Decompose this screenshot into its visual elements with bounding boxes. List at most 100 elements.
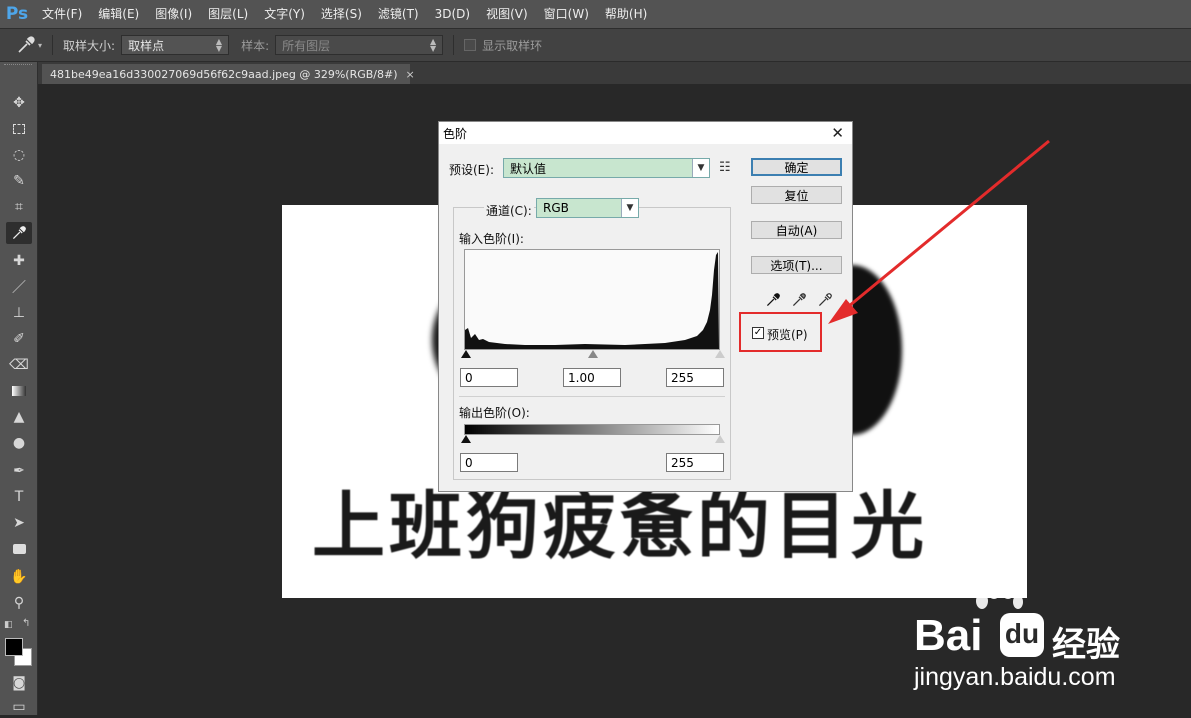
histogram-graph xyxy=(465,252,719,349)
dialog-title: 色阶 xyxy=(443,126,468,141)
ok-button[interactable]: 确定 xyxy=(751,158,842,176)
preset-options-icon[interactable]: ☷ xyxy=(719,160,731,175)
preset-select[interactable]: 默认值 ▼ xyxy=(503,158,710,178)
output-white-field[interactable]: 255 xyxy=(666,453,724,472)
eraser-tool-icon[interactable]: ⌫ xyxy=(6,354,32,376)
close-icon[interactable]: × xyxy=(406,68,415,81)
menu-filter[interactable]: 滤镜(T) xyxy=(370,0,427,28)
document-tab-title: 481be49ea16d330027069d56f62c9aad.jpeg @ … xyxy=(50,67,398,81)
black-eyedropper-icon[interactable] xyxy=(765,292,781,308)
input-gamma-field[interactable]: 1.00 xyxy=(563,368,621,387)
show-ring-checkbox[interactable] xyxy=(464,39,477,51)
rectangle-tool-icon[interactable] xyxy=(6,538,32,560)
menu-view[interactable]: 视图(V) xyxy=(478,0,536,28)
white-eyedropper-icon[interactable] xyxy=(817,292,833,308)
quick-mask-icon[interactable]: ◙ xyxy=(6,672,32,694)
sample-value: 所有图层 xyxy=(282,38,331,53)
menu-image[interactable]: 图像(I) xyxy=(147,0,200,28)
dodge-tool-icon[interactable]: ● xyxy=(6,432,32,454)
preset-label: 预设(E): xyxy=(449,163,494,177)
sample-select[interactable]: 所有图层 ▲ ▼ xyxy=(275,35,444,55)
separator xyxy=(453,35,455,55)
hand-tool-icon[interactable]: ✋ xyxy=(6,566,32,588)
output-levels-label: 输出色阶(O): xyxy=(459,406,530,420)
output-gradient xyxy=(464,424,720,435)
photoshop-logo: Ps xyxy=(5,4,29,24)
channel-label: 通道(C): xyxy=(484,202,534,219)
menu-help[interactable]: 帮助(H) xyxy=(597,0,655,28)
sample-size-label: 取样大小: xyxy=(63,38,116,53)
dialog-title-bar[interactable]: 色阶 ✕ xyxy=(439,122,852,144)
watermark-brand: Bai xyxy=(914,611,983,660)
histogram xyxy=(464,249,720,350)
channel-select[interactable]: RGB ▼ xyxy=(536,198,639,218)
menu-window[interactable]: 窗口(W) xyxy=(536,0,597,28)
channel-value: RGB xyxy=(543,201,569,215)
options-button[interactable]: 选项(T)... xyxy=(751,256,842,274)
input-gamma-slider[interactable] xyxy=(588,350,598,358)
zoom-tool-icon[interactable]: ⚲ xyxy=(6,592,32,614)
input-levels-label: 输入色阶(I): xyxy=(459,232,524,246)
updown-icon: ▲ ▼ xyxy=(215,37,223,53)
sample-size-select[interactable]: 取样点 ▲ ▼ xyxy=(121,35,230,55)
healing-brush-tool-icon[interactable]: ✚ xyxy=(6,250,32,272)
output-white-slider[interactable] xyxy=(715,435,725,443)
sample-size-value: 取样点 xyxy=(128,38,165,53)
panel-grip[interactable] xyxy=(4,64,32,68)
output-black-slider[interactable] xyxy=(461,435,471,443)
watermark-suffix: 经验 xyxy=(1052,625,1120,665)
chevron-down-icon: ▼ xyxy=(621,199,638,217)
menu-3d[interactable]: 3D(D) xyxy=(427,0,478,28)
input-white-slider[interactable] xyxy=(715,350,725,358)
menu-layer[interactable]: 图层(L) xyxy=(200,0,256,28)
eyedropper-tool-icon[interactable] xyxy=(6,222,32,244)
marquee-tool-icon[interactable] xyxy=(6,118,32,140)
input-white-field[interactable]: 255 xyxy=(666,368,724,387)
sample-label: 样本: xyxy=(241,38,270,53)
type-tool-icon[interactable]: T xyxy=(6,486,32,508)
pen-tool-icon[interactable]: ✒ xyxy=(6,460,32,482)
baidu-jingyan-watermark: Bai du 经验 jingyan.baidu.com xyxy=(912,585,1182,695)
gradient-tool-icon[interactable] xyxy=(6,380,32,402)
history-brush-tool-icon[interactable]: ✐ xyxy=(6,328,32,350)
show-ring-label: 显示取样环 xyxy=(482,38,543,53)
preset-value: 默认值 xyxy=(510,161,547,176)
brush-tool-icon[interactable]: ／ xyxy=(6,276,32,298)
default-colors-icon[interactable]: ◧ xyxy=(4,620,13,630)
gray-eyedropper-icon[interactable] xyxy=(791,292,807,308)
du-badge: du xyxy=(1000,613,1044,657)
move-tool-icon[interactable]: ✥ xyxy=(6,92,32,114)
watermark-url: jingyan.baidu.com xyxy=(914,663,1116,691)
crop-tool-icon[interactable]: ⌗ xyxy=(6,196,32,218)
menu-edit[interactable]: 编辑(E) xyxy=(90,0,147,28)
tool-preset-chevron-icon[interactable]: ▾ xyxy=(38,41,42,50)
levels-dialog: 色阶 ✕ 预设(E): 默认值 ▼ ☷ 通道(C): RGB ▼ 输入色阶(I)… xyxy=(438,121,853,492)
quick-select-tool-icon[interactable]: ✎ xyxy=(6,170,32,192)
separator xyxy=(52,35,54,55)
input-black-field[interactable]: 0 xyxy=(460,368,518,387)
swap-colors-icon[interactable]: ↰ xyxy=(22,618,30,629)
eyedropper-icon[interactable] xyxy=(16,35,36,55)
path-select-tool-icon[interactable]: ➤ xyxy=(6,512,32,534)
reset-button[interactable]: 复位 xyxy=(751,186,842,204)
document-tab[interactable]: 481be49ea16d330027069d56f62c9aad.jpeg @ … xyxy=(42,64,415,84)
menu-bar: Ps 文件(F) 编辑(E) 图像(I) 图层(L) 文字(Y) 选择(S) 滤… xyxy=(0,0,1191,28)
highlight-box xyxy=(739,312,822,352)
updown-icon: ▲ ▼ xyxy=(429,37,437,53)
output-black-field[interactable]: 0 xyxy=(460,453,518,472)
chevron-down-icon: ▼ xyxy=(692,159,709,177)
foreground-color-swatch[interactable] xyxy=(5,638,23,656)
menu-select[interactable]: 选择(S) xyxy=(313,0,370,28)
tools-panel: ✥ ◌ ✎ ⌗ ✚ ／ ⊥ ✐ ⌫ ▲ ● ✒ T ➤ ✋ ⚲ ◧ ↰ ◙ ▭ xyxy=(0,62,38,715)
auto-button[interactable]: 自动(A) xyxy=(751,221,842,239)
menu-file[interactable]: 文件(F) xyxy=(34,0,90,28)
input-black-slider[interactable] xyxy=(461,350,471,358)
stamp-tool-icon[interactable]: ⊥ xyxy=(6,302,32,324)
close-icon[interactable]: ✕ xyxy=(831,124,844,142)
lasso-tool-icon[interactable]: ◌ xyxy=(6,144,32,166)
divider xyxy=(459,396,725,397)
document-tab-bar: 481be49ea16d330027069d56f62c9aad.jpeg @ … xyxy=(38,62,1191,84)
menu-type[interactable]: 文字(Y) xyxy=(256,0,313,28)
options-bar: ▾ 取样大小: 取样点 ▲ ▼ 样本: 所有图层 ▲ ▼ 显示取样环 xyxy=(0,28,1191,62)
blur-tool-icon[interactable]: ▲ xyxy=(6,406,32,428)
